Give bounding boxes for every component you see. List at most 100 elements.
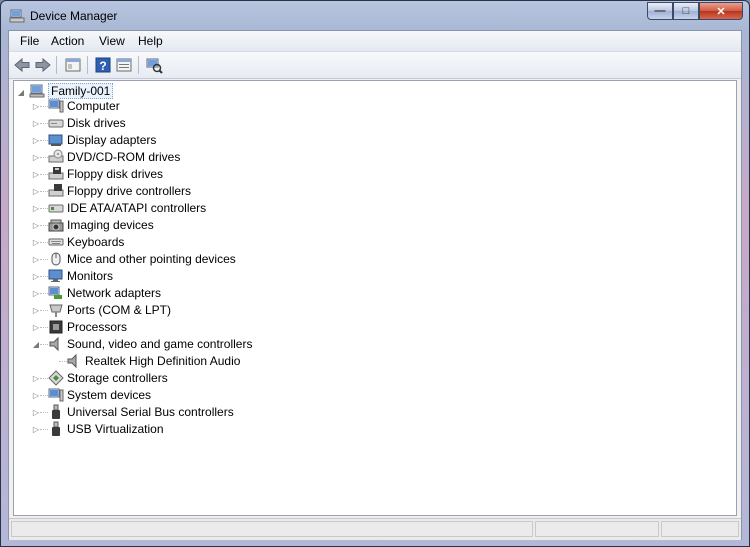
tree-connector [40,140,48,142]
close-button[interactable]: ✕ [699,2,743,20]
device-manager-icon [9,9,25,23]
device-manager-window: Device Manager — □ ✕ File Action View He… [0,0,750,547]
device-tree[interactable]: ◢ Family-001 ▷ Computer ▷ Disk drives ▷ Displ… [13,80,737,516]
tree-item-label[interactable]: Network adapters [67,286,161,300]
close-icon: ✕ [716,5,726,18]
expand-arrow-icon[interactable]: ▷ [32,272,40,281]
back-icon[interactable] [13,56,31,74]
expand-arrow-icon[interactable]: ▷ [32,255,40,264]
tree-connector [40,157,48,159]
menu-help[interactable]: Help [138,34,163,48]
floppy-controller-icon [48,184,64,197]
tree-item-label[interactable]: System devices [67,388,151,402]
menu-file[interactable]: File [20,34,39,48]
expand-arrow-icon[interactable]: ▷ [32,187,40,196]
disk-drive-icon [48,119,64,128]
tree-connector [40,242,48,244]
tree-item-label[interactable]: Imaging devices [67,218,154,232]
tree-item-label[interactable]: Sound, video and game controllers [67,337,252,351]
tree-item-label[interactable]: Monitors [67,269,113,283]
menu-action[interactable]: Action [51,34,84,48]
display-adapter-icon [48,134,63,146]
title-bar[interactable]: Device Manager — □ ✕ [1,1,749,31]
expand-arrow-icon[interactable]: ▷ [32,204,40,213]
properties-icon[interactable] [115,56,133,74]
minimize-button[interactable]: — [647,2,673,20]
tree-item-label[interactable]: Keyboards [67,235,124,249]
tree-connector [40,293,48,295]
scan-hardware-icon[interactable] [145,56,163,74]
tree-item-label[interactable]: Disk drives [67,116,126,130]
tree-item-label[interactable]: Mice and other pointing devices [67,252,236,266]
client-area: File Action View Help ? ◢ Family-001 ▷ C… [8,30,742,540]
toolbar: ? [9,52,741,79]
show-hide-tree-icon[interactable] [64,56,82,74]
minimize-icon: — [654,5,666,17]
tree-connector [40,276,48,278]
svg-text:?: ? [99,59,106,73]
tree-item-label[interactable]: Floppy drive controllers [67,184,191,198]
status-panel-main [11,521,533,537]
expand-arrow-icon[interactable]: ▷ [32,425,40,434]
tree-connector [40,225,48,227]
tree-item-label[interactable]: IDE ATA/ATAPI controllers [67,201,206,215]
computer-root-icon [29,84,45,98]
tree-item-label[interactable]: Storage controllers [67,371,168,385]
imaging-device-icon [48,219,64,232]
help-icon[interactable]: ? [94,56,112,74]
processor-icon [49,320,63,334]
window-controls: — □ ✕ [647,2,743,22]
toolbar-separator [87,56,88,74]
tree-item-label[interactable]: Computer [67,99,120,113]
keyboard-icon [48,238,64,246]
tree-item-label[interactable]: Display adapters [67,133,156,147]
status-bar [9,518,741,540]
expand-arrow-icon[interactable]: ▷ [32,170,40,179]
maximize-icon: □ [682,5,690,17]
tree-root-label[interactable]: Family-001 [48,83,114,99]
tree-connector [40,429,48,431]
expand-arrow-icon[interactable]: ▷ [32,238,40,247]
expand-arrow-icon[interactable]: ▷ [32,306,40,315]
system-device-icon [48,388,64,402]
expand-arrow-icon[interactable]: ▷ [32,136,40,145]
storage-controller-icon [48,370,64,386]
tree-connector [40,395,48,397]
tree-item-label[interactable]: Universal Serial Bus controllers [67,405,234,419]
tree-item-label[interactable]: DVD/CD-ROM drives [67,150,180,164]
tree-item-label[interactable]: USB Virtualization [67,422,164,436]
window-title: Device Manager [30,9,118,23]
tree-connector [40,106,48,108]
forward-icon[interactable] [34,56,52,74]
tree-item-label[interactable]: Ports (COM & LPT) [67,303,171,317]
dvd-drive-icon [48,149,64,163]
maximize-button[interactable]: □ [673,2,699,20]
expand-arrow-icon[interactable]: ▷ [32,289,40,298]
collapse-arrow-icon[interactable]: ◢ [17,88,25,97]
ide-controller-icon [48,204,64,213]
collapse-arrow-icon[interactable]: ◢ [32,340,40,349]
expand-arrow-icon[interactable]: ▷ [32,221,40,230]
speaker-icon [49,336,59,352]
menu-view[interactable]: View [99,34,125,48]
expand-arrow-icon[interactable]: ▷ [32,119,40,128]
expand-arrow-icon[interactable]: ▷ [32,408,40,417]
expand-arrow-icon[interactable]: ▷ [32,374,40,383]
tree-child-label[interactable]: Realtek High Definition Audio [85,354,240,368]
expand-arrow-icon[interactable]: ▷ [32,323,40,332]
expand-arrow-icon[interactable]: ▷ [32,153,40,162]
toolbar-separator [138,56,139,74]
usb-icon [52,421,60,436]
mouse-icon [51,252,61,266]
tree-connector [40,327,48,329]
computer-icon [48,99,64,113]
tree-connector [40,412,48,414]
network-adapter-icon [48,286,62,299]
monitor-icon [48,269,63,282]
usb-icon [52,404,60,419]
expand-arrow-icon[interactable]: ▷ [32,102,40,111]
tree-connector [40,174,48,176]
expand-arrow-icon[interactable]: ▷ [32,391,40,400]
tree-item-label[interactable]: Floppy disk drives [67,167,163,181]
tree-item-label[interactable]: Processors [67,320,127,334]
